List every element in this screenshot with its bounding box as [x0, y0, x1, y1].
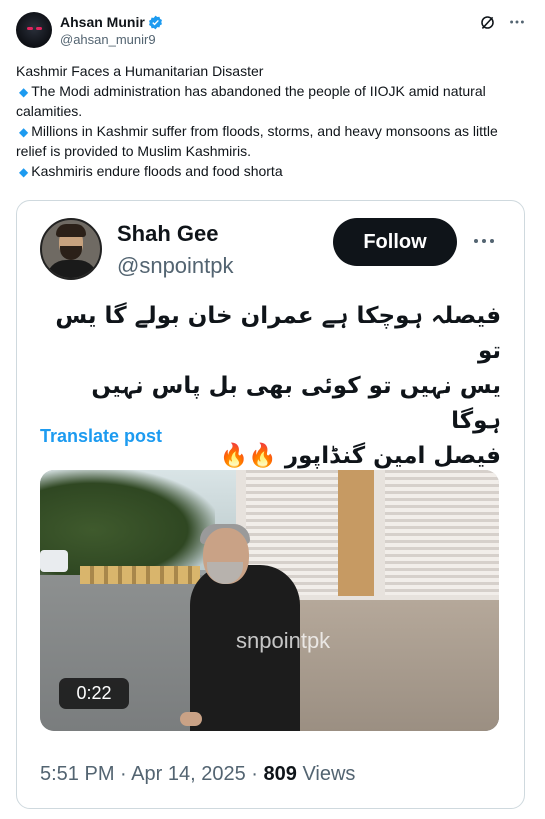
header-actions	[477, 12, 527, 32]
blue-diamond-icon: ◆	[19, 84, 29, 99]
video-barrier	[80, 566, 200, 584]
tweet-header: Ahsan Munir @ahsan_munir9	[16, 12, 529, 52]
tweet-line: ◆ The Modi administration has abandoned t…	[16, 82, 526, 122]
video-door	[338, 470, 374, 596]
post-time[interactable]: 5:51 PM	[40, 763, 114, 785]
tweet-line-text: The Modi administration has abandoned th…	[16, 82, 486, 120]
urdu-line: فیصلہ ہوچکا ہے عمران خان بولے گا یس تو	[55, 303, 501, 364]
blue-diamond-icon: ◆	[19, 124, 29, 139]
avatar-shoulders	[46, 260, 98, 278]
author-handle[interactable]: @ahsan_munir9	[60, 32, 156, 47]
tweet-line: ◆ Millions in Kashmir suffer from floods,…	[16, 122, 526, 162]
urdu-line-text: فیصل امین گنڈاپور	[284, 443, 501, 469]
tweet-text: Kashmir Faces a Humanitarian Disaster ◆ T…	[16, 62, 526, 182]
more-horizontal-icon[interactable]	[507, 12, 527, 32]
quoted-handle[interactable]: @snpointpk	[117, 253, 234, 279]
quoted-post-meta: 5:51 PM · Apr 14, 2025 · 809 Views	[40, 763, 355, 786]
quoted-author-avatar[interactable]	[40, 218, 102, 280]
tweet-line-text: Kashmir Faces a Humanitarian Disaster	[16, 63, 264, 79]
video-person-hand	[180, 712, 202, 726]
author-name-row: Ahsan Munir	[60, 14, 163, 30]
tweet-line: ◆ Kashmiris endure floods and food shorta	[16, 162, 526, 183]
post-date[interactable]: Apr 14, 2025	[131, 763, 246, 785]
avatar-beard	[60, 246, 82, 260]
avatar-eye-right	[36, 27, 42, 30]
tweet-line: Kashmir Faces a Humanitarian Disaster	[16, 62, 526, 82]
quoted-post-card[interactable]: Shah Gee @snpointpk Follow فیصلہ ہوچکا ہ…	[16, 200, 525, 809]
video-duration-badge: 0:22	[59, 678, 129, 709]
video-shutter-right	[385, 470, 499, 595]
video-player[interactable]: snpointpk 0:22	[40, 470, 499, 731]
views-label: Views	[302, 763, 356, 785]
views-count[interactable]: 809	[264, 763, 297, 785]
quoted-post-text: فیصلہ ہوچکا ہے عمران خان بولے گا یس تو ی…	[37, 299, 501, 474]
meta-separator: ·	[120, 763, 127, 785]
blue-diamond-icon: ◆	[19, 164, 29, 179]
author-display-name[interactable]: Ahsan Munir	[60, 14, 145, 30]
author-avatar[interactable]	[16, 12, 52, 48]
follow-button[interactable]: Follow	[333, 218, 457, 266]
video-watermark: snpointpk	[236, 628, 331, 653]
avatar-hair	[56, 224, 86, 237]
grok-icon[interactable]	[477, 12, 497, 32]
fire-emoji-icon: 🔥🔥	[219, 443, 277, 469]
meta-separator: ·	[251, 763, 258, 785]
tweet-line-text: Millions in Kashmir suffer from floods, …	[16, 122, 498, 160]
quoted-display-name[interactable]: Shah Gee	[117, 221, 218, 247]
verified-badge-icon[interactable]	[148, 15, 163, 30]
video-car	[40, 550, 68, 572]
avatar-eye-left	[27, 27, 33, 30]
translate-post-link[interactable]: Translate post	[40, 426, 162, 447]
more-horizontal-icon[interactable]	[471, 231, 497, 251]
tweet-line-text: Kashmiris endure floods and food shorta	[31, 162, 283, 179]
